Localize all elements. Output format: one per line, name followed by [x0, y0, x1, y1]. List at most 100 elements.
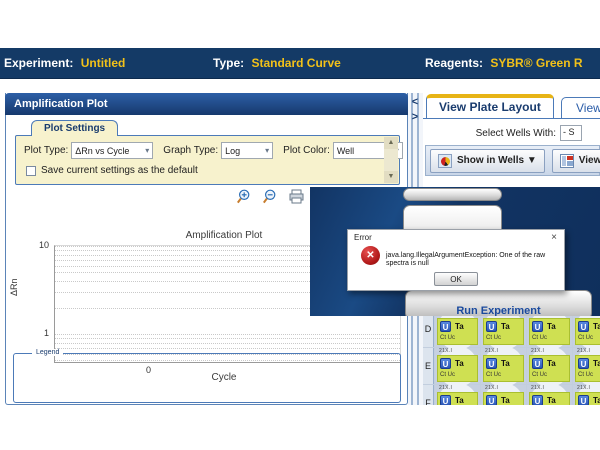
tab-view-plate-layout[interactable]: View Plate Layout [426, 94, 554, 119]
run-window-button-top[interactable] [403, 188, 502, 201]
panel-title: Amplification Plot [5, 93, 408, 115]
well-content: UTaCt Uc [529, 392, 570, 405]
view-layout-button[interactable]: View L [552, 149, 600, 173]
plate-well[interactable]: 21X.IUTaCt Uc [573, 311, 600, 347]
plate-well[interactable]: 21X.IUTaCt Uc [481, 348, 526, 384]
collapse-right-icon[interactable]: > [409, 111, 421, 125]
well-detail-text: Ct Uc [578, 335, 593, 341]
experiment-label: Experiment: [4, 56, 73, 70]
plate-well[interactable]: 21X.IUTaCt Uc [527, 385, 572, 405]
type-value: Standard Curve [251, 56, 340, 70]
scroll-up-icon[interactable]: ▲ [384, 137, 398, 149]
well-sample-text: 21X.I [485, 348, 498, 354]
well-detail-text: Ct Uc [532, 372, 547, 378]
well-content: UTaCt Uc [529, 355, 570, 382]
gridline [55, 338, 400, 339]
error-icon: ✕ [361, 246, 380, 265]
well-target-text: Ta [501, 396, 510, 405]
plot-settings-box: Plot Type: ΔRn vs Cycle ▾ Graph Type: Lo… [15, 135, 400, 185]
well-content: UTaCt Uc [575, 392, 600, 405]
plate-well[interactable]: 21X.IUTaCt Uc [527, 311, 572, 347]
run-experiment-button[interactable]: Run Experiment [405, 290, 592, 316]
tab-view-next[interactable]: View [561, 97, 600, 119]
plate-well[interactable]: 21X.IUTaCt Uc [435, 385, 480, 405]
task-unknown-badge: U [486, 321, 497, 332]
y-tick: 1 [23, 328, 49, 338]
well-detail-text: Ct Uc [486, 335, 501, 341]
well-target-text: Ta [501, 322, 510, 331]
settings-scrollbar[interactable]: ▲ ▼ [384, 137, 398, 183]
plate-grid: D21X.IUTaCt Uc21X.IUTaCt Uc21X.IUTaCt Uc… [423, 311, 600, 405]
chevron-down-icon: ▾ [141, 146, 149, 155]
task-unknown-badge: U [440, 358, 451, 369]
well-content: UTaCt Uc [437, 392, 478, 405]
select-wells-row: Select Wells With: - S [476, 125, 582, 141]
experiment-field: Experiment: Untitled [4, 56, 125, 70]
graph-type-dropdown[interactable]: Log ▾ [221, 142, 273, 159]
zoom-out-icon[interactable] [262, 188, 279, 205]
ok-button[interactable]: OK [434, 272, 478, 286]
app-window: Experiment: Untitled Type: Standard Curv… [0, 0, 600, 450]
well-sample-text: 21X.I [577, 348, 590, 354]
task-unknown-badge: U [532, 321, 543, 332]
chart-toolbar [236, 188, 305, 205]
well-detail-text: Ct Uc [578, 372, 593, 378]
plate-toolbar: Show in Wells ▼ View L [425, 145, 600, 176]
plate-well[interactable]: 21X.IUTaCt Uc [481, 311, 526, 347]
y-axis-label: ΔRn [9, 278, 19, 296]
well-target-text: Ta [501, 359, 510, 368]
legend-box: Legend [13, 353, 401, 403]
plate-row-label: F [423, 385, 434, 405]
plate-well[interactable]: 21X.IUTaCt Uc [435, 311, 480, 347]
plate-well[interactable]: 21X.IUTaCt Uc [573, 385, 600, 405]
well-target-text: Ta [455, 396, 464, 405]
plot-type-dropdown[interactable]: ΔRn vs Cycle ▾ [71, 142, 153, 159]
task-unknown-badge: U [578, 358, 589, 369]
task-unknown-badge: U [440, 395, 451, 405]
well-detail-text: Ct Uc [440, 372, 455, 378]
well-target-text: Ta [593, 396, 600, 405]
scroll-down-icon[interactable]: ▼ [384, 171, 398, 183]
task-unknown-badge: U [486, 395, 497, 405]
reagents-field: Reagents: SYBR® Green R [425, 56, 583, 70]
well-color-icon [438, 154, 452, 168]
plate-well[interactable]: 21X.IUTaCt Uc [527, 348, 572, 384]
print-icon[interactable] [288, 188, 305, 205]
well-sample-text: 21X.I [577, 385, 590, 391]
error-dialog-title: Error [354, 233, 372, 242]
well-target-text: Ta [593, 359, 600, 368]
well-content: UTaCt Uc [437, 355, 478, 382]
zoom-in-icon[interactable] [236, 188, 253, 205]
plate-well[interactable]: 21X.I U TaCt Uc [573, 348, 600, 384]
graph-type-label: Graph Type: [163, 145, 218, 156]
save-default-checkbox[interactable] [26, 166, 36, 176]
well-content: U TaCt Uc [575, 355, 600, 382]
plate-row-label: E [423, 348, 434, 384]
task-unknown-badge: U [486, 358, 497, 369]
gridline [55, 343, 400, 344]
plot-type-label: Plot Type: [24, 145, 68, 156]
select-wells-label: Select Wells With: [476, 128, 556, 139]
well-content: UTaCt Uc [575, 318, 600, 345]
error-message: java.lang.IllegalArgumentException: One … [386, 252, 560, 268]
error-dialog: Error × ✕ java.lang.IllegalArgumentExcep… [347, 229, 565, 291]
type-field: Type: Standard Curve [213, 56, 341, 70]
plate-well[interactable]: 21X.IUTaCt Uc [481, 385, 526, 405]
select-wells-dropdown[interactable]: - S [560, 125, 582, 141]
well-target-text: Ta [547, 359, 556, 368]
task-unknown-badge: U [578, 321, 589, 332]
well-content: UTaCt Uc [483, 392, 524, 405]
well-target-text: Ta [455, 322, 464, 331]
show-in-wells-button[interactable]: Show in Wells ▼ [430, 149, 545, 173]
plot-color-label: Plot Color: [283, 145, 330, 156]
tab-plot-settings[interactable]: Plot Settings [31, 120, 118, 136]
save-default-label: Save current settings as the default [41, 165, 198, 176]
close-icon[interactable]: × [551, 232, 557, 243]
well-sample-text: 21X.I [531, 348, 544, 354]
collapse-left-icon[interactable]: < [409, 96, 421, 110]
type-label: Type: [213, 56, 244, 70]
well-detail-text: Ct Uc [532, 335, 547, 341]
experiment-value: Untitled [81, 56, 126, 70]
chevron-down-icon: ▾ [261, 146, 269, 155]
plate-well[interactable]: 21X.IUTaCt Uc [435, 348, 480, 384]
